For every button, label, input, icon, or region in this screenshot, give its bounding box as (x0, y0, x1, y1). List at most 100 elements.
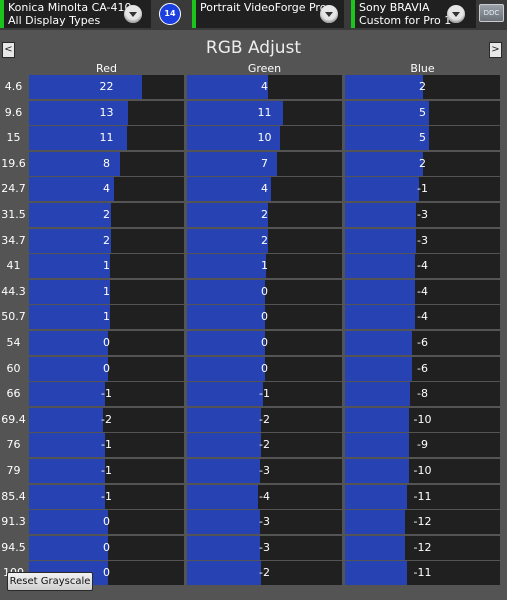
stimulus-level-label: 19.6 (1, 156, 26, 170)
blue-adjust-value: -4 (417, 259, 428, 273)
red-adjust-slider[interactable]: 2 (29, 203, 184, 227)
blue-adjust-slider[interactable]: -9 (345, 433, 500, 458)
green-adjust-slider[interactable]: -3 (187, 510, 342, 535)
blue-adjust-slider[interactable]: -8 (345, 382, 500, 407)
table-row: 1000-2-11 (3, 561, 500, 586)
green-adjust-slider[interactable]: 11 (187, 100, 342, 125)
stimulus-level-label: 85.4 (1, 489, 26, 503)
table-row: 24.7 4 4 -1 (1, 177, 500, 202)
green-adjust-slider[interactable]: 2 (187, 228, 342, 253)
blue-adjust-slider[interactable]: 5 (345, 126, 500, 151)
green-adjust-slider[interactable]: 0 (187, 331, 342, 355)
green-adjust-value: 2 (261, 208, 268, 221)
green-adjust-slider[interactable]: -3 (187, 535, 342, 560)
red-adjust-slider[interactable]: -1 (29, 433, 184, 458)
pattern-generator-selector[interactable]: Portrait VideoForge Pro (192, 0, 344, 28)
green-adjust-value: 0 (261, 284, 268, 298)
green-adjust-slider[interactable]: 7 (187, 151, 342, 176)
table-row: 15 11 10 5 (7, 126, 500, 151)
blue-adjust-slider[interactable]: -4 (345, 305, 500, 330)
table-row: 60 0 0 -6 (7, 356, 500, 381)
green-adjust-slider[interactable]: 0 (187, 356, 342, 381)
red-adjust-slider[interactable]: 1 (29, 254, 184, 279)
blue-adjust-value: 5 (419, 131, 426, 145)
green-adjust-value: 4 (261, 80, 268, 93)
blue-adjust-slider[interactable]: -4 (345, 279, 500, 304)
blue-adjust-slider[interactable]: -4 (345, 254, 500, 279)
chevron-down-icon[interactable] (124, 5, 142, 23)
red-adjust-slider[interactable]: 1 (29, 305, 184, 330)
green-adjust-value: -2 (259, 438, 270, 452)
green-adjust-slider[interactable]: 0 (187, 305, 342, 330)
blue-adjust-slider[interactable]: 2 (345, 151, 500, 176)
blue-adjust-slider[interactable]: -10 (345, 407, 500, 432)
red-adjust-value: -1 (101, 387, 112, 401)
blue-adjust-slider[interactable]: -10 (345, 459, 500, 483)
red-adjust-slider[interactable]: 0 (29, 331, 184, 355)
green-adjust-slider[interactable]: 2 (187, 203, 342, 227)
blue-adjust-slider[interactable]: -12 (345, 510, 500, 535)
green-adjust-slider[interactable]: 10 (187, 126, 342, 151)
red-adjust-slider[interactable]: 1 (29, 279, 184, 304)
blue-adjust-slider[interactable]: -11 (345, 484, 500, 509)
red-adjust-value: 1 (103, 310, 110, 324)
red-adjust-slider[interactable]: 0 (29, 356, 184, 381)
red-adjust-slider[interactable]: -2 (29, 407, 184, 432)
red-adjust-slider[interactable]: 0 (29, 510, 184, 535)
blue-adjust-slider[interactable]: -11 (345, 561, 500, 586)
blue-adjust-slider[interactable]: -1 (345, 177, 500, 202)
meter-selector[interactable]: Konica Minolta CA-410 All Display Types (0, 0, 151, 28)
table-row: 94.5 0 -3 -12 (1, 535, 500, 560)
blue-adjust-slider[interactable]: -3 (345, 203, 500, 227)
blue-adjust-slider[interactable]: 5 (345, 100, 500, 125)
red-adjust-slider[interactable]: 0 (29, 535, 184, 560)
blue-adjust-value: -8 (417, 387, 428, 401)
stimulus-level-label: 31.5 (1, 208, 26, 221)
green-adjust-slider[interactable]: 1 (187, 254, 342, 279)
red-adjust-slider[interactable]: 22 (29, 75, 184, 99)
table-row: 44.3 1 0 -4 (1, 279, 500, 304)
green-adjust-slider[interactable]: -2 (187, 433, 342, 458)
blue-adjust-value: 2 (419, 80, 426, 93)
table-row: 4.6 22 4 2 (5, 75, 500, 99)
red-adjust-slider[interactable]: 4 (29, 177, 184, 202)
red-adjust-slider[interactable]: -1 (29, 459, 184, 483)
green-adjust-slider[interactable]: -2 (187, 561, 342, 586)
red-adjust-slider[interactable]: 13 (29, 100, 184, 125)
green-adjust-value: -4 (259, 489, 270, 503)
ddc-icon[interactable]: DDC (479, 4, 504, 22)
blue-adjust-slider[interactable]: 2 (345, 75, 500, 99)
green-adjust-slider[interactable]: -3 (187, 459, 342, 483)
blue-adjust-value: -12 (413, 540, 432, 554)
red-adjust-value: -1 (101, 489, 112, 503)
green-adjust-slider[interactable]: 4 (187, 75, 342, 99)
table-row: 41 1 1 -4 (7, 254, 500, 279)
blue-adjust-slider[interactable]: -12 (345, 535, 500, 560)
green-adjust-slider[interactable]: -4 (187, 484, 342, 509)
green-adjust-slider[interactable]: 0 (187, 279, 342, 304)
blue-adjust-slider[interactable]: -3 (345, 228, 500, 253)
green-adjust-slider[interactable]: -1 (187, 382, 342, 407)
red-adjust-slider[interactable]: -1 (29, 382, 184, 407)
red-adjust-value: -2 (101, 412, 112, 426)
blue-adjust-value: -12 (413, 515, 432, 529)
calibration-badge[interactable]: 14 (159, 3, 181, 25)
blue-adjust-slider[interactable]: -6 (345, 331, 500, 355)
stimulus-level-label: 91.3 (1, 515, 26, 529)
next-button[interactable]: > (489, 42, 502, 58)
green-adjust-slider[interactable]: -2 (187, 407, 342, 432)
chevron-down-icon[interactable] (447, 5, 465, 23)
red-adjust-value: 0 (103, 515, 110, 529)
reset-grayscale-button[interactable]: Reset Grayscale (7, 572, 93, 591)
red-adjust-value: 0 (103, 361, 110, 375)
red-adjust-slider[interactable]: 11 (29, 126, 184, 151)
chevron-down-icon[interactable] (320, 5, 338, 23)
red-adjust-value: 4 (103, 182, 110, 196)
red-adjust-slider[interactable]: -1 (29, 484, 184, 509)
display-selector[interactable]: Sony BRAVIA Custom for Pro 1 (351, 0, 476, 28)
green-adjust-slider[interactable]: 4 (187, 177, 342, 202)
red-adjust-slider[interactable]: 2 (29, 228, 184, 253)
blue-adjust-slider[interactable]: -6 (345, 356, 500, 381)
table-row: 19.6 8 7 2 (1, 151, 500, 176)
red-adjust-slider[interactable]: 8 (29, 151, 184, 176)
